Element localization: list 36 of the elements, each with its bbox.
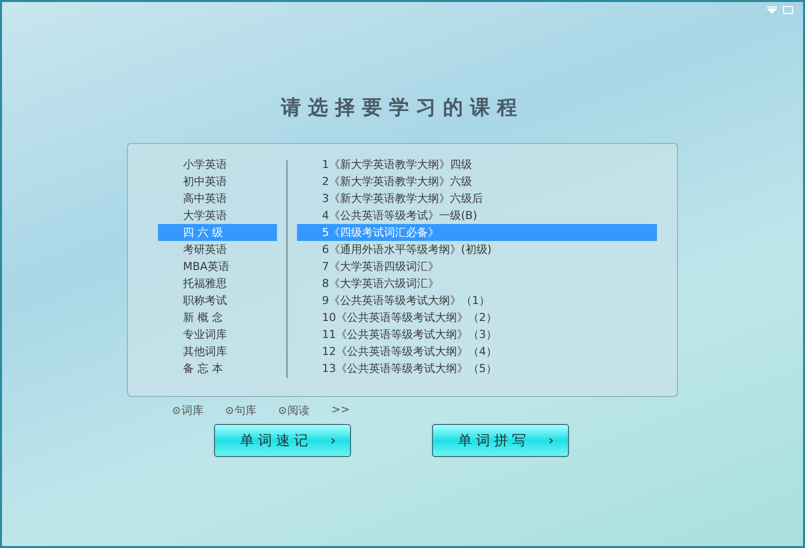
course-item[interactable]: 4《公共英语等级考试》一级(B) <box>297 207 657 224</box>
course-item[interactable]: 8《大学英语六级词汇》 <box>297 275 657 292</box>
radio-icon <box>172 407 180 414</box>
category-item[interactable]: 专业词库 <box>158 326 277 343</box>
window-icon[interactable] <box>783 6 793 14</box>
category-item[interactable]: 初中英语 <box>158 173 277 190</box>
course-item[interactable]: 2《新大学英语教学大纲》六级 <box>297 173 657 190</box>
action-button[interactable]: 单词速记 › <box>214 424 350 457</box>
category-item[interactable]: 托福雅思 <box>158 275 277 292</box>
nav-link[interactable]: 阅读 <box>288 403 310 418</box>
course-item[interactable]: 3《新大学英语教学大纲》六级后 <box>297 190 657 207</box>
course-item[interactable]: 10《公共英语等级考试大纲》（2） <box>297 309 657 326</box>
page-title: 请选择要学习的课程 <box>281 94 524 121</box>
course-item[interactable]: 12《公共英语等级考试大纲》（4） <box>297 343 657 360</box>
more-link[interactable]: >> <box>332 403 350 418</box>
category-item[interactable]: 备 忘 本 <box>158 360 277 377</box>
category-item[interactable]: 职称考试 <box>158 292 277 309</box>
category-item[interactable]: 其他词库 <box>158 343 277 360</box>
dropdown-icon[interactable] <box>767 6 777 14</box>
course-item[interactable]: 9《公共英语等级考试大纲》（1） <box>297 292 657 309</box>
radio-icon <box>278 407 286 414</box>
category-item[interactable]: 新 概 念 <box>158 309 277 326</box>
nav-link[interactable]: 词库 <box>182 403 204 418</box>
category-item[interactable]: 考研英语 <box>158 241 277 258</box>
category-item[interactable]: 高中英语 <box>158 190 277 207</box>
course-item[interactable]: 1《新大学英语教学大纲》四级 <box>297 156 657 173</box>
action-button[interactable]: 单词拼写 › <box>432 424 568 457</box>
nav-link[interactable]: 句库 <box>234 403 256 418</box>
course-item[interactable]: 13《公共英语等级考试大纲》（5） <box>297 360 657 377</box>
radio-icon <box>226 407 232 414</box>
category-item[interactable]: MBA英语 <box>158 258 277 275</box>
course-item[interactable]: 6《通用外语水平等级考纲》(初级) <box>297 241 657 258</box>
category-item[interactable]: 大学英语 <box>158 207 277 224</box>
course-item[interactable]: 7《大学英语四级词汇》 <box>297 258 657 275</box>
category-item[interactable]: 小学英语 <box>158 156 277 173</box>
course-item[interactable]: 11《公共英语等级考试大纲》（3） <box>297 326 657 343</box>
